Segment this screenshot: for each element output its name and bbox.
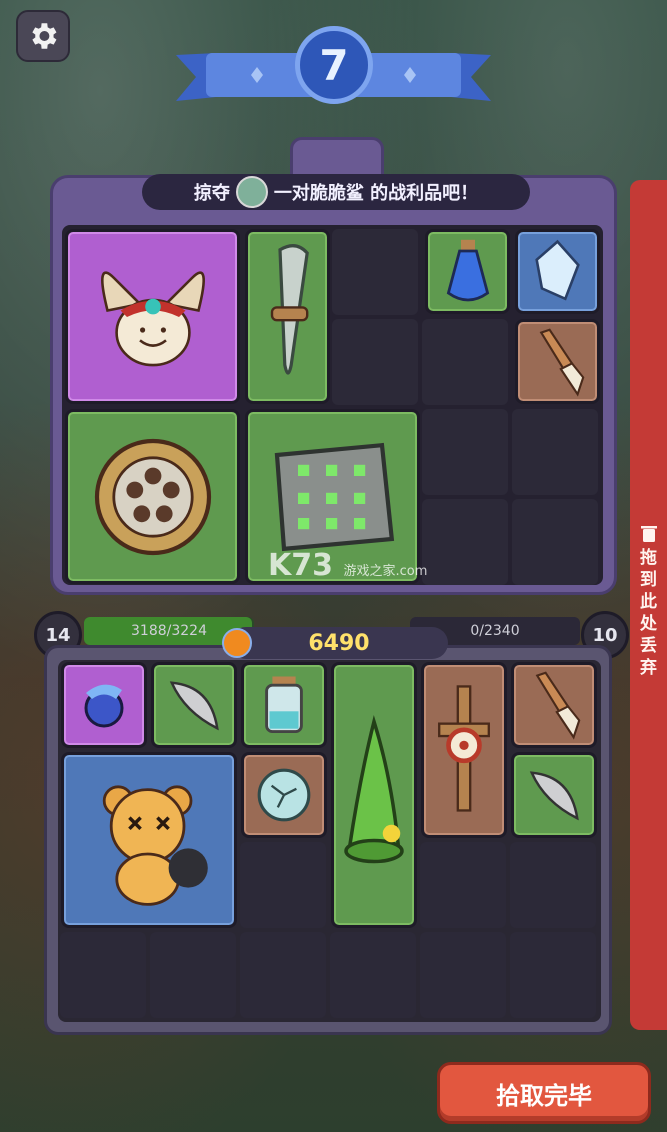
loot-title-suffix: 一对脆脆鲨 的战利品吧！ (273, 183, 479, 204)
discard-zone[interactable]: 拖 到 此 处 丢 弃 (630, 180, 667, 1030)
shield-icon (94, 438, 211, 555)
water-jar-item[interactable] (241, 662, 327, 748)
blue-phoenix-gem-item[interactable] (61, 662, 147, 748)
done-button[interactable]: 拾取完毕 (437, 1062, 651, 1124)
target-dummy-icon (438, 685, 490, 812)
moth-creature-icon (100, 271, 205, 366)
teddy-bear-item[interactable] (61, 752, 237, 928)
moth-creature-item[interactable] (65, 229, 240, 404)
discard-char-3: 此 (640, 592, 657, 612)
teddy-bear-icon (102, 785, 208, 906)
brush-icon (539, 328, 584, 397)
discard-char-2: 到 (640, 570, 657, 590)
brush-icon (535, 671, 581, 740)
watermark: K73 游戏之家.com (268, 548, 427, 583)
feather-icon (529, 770, 579, 820)
rune-stone-icon (274, 442, 394, 551)
player-progress-text: 3188/3224 (131, 623, 207, 639)
discard-char-1: 拖 (640, 548, 657, 568)
green-hat-item[interactable] (331, 662, 417, 928)
watermark-sub: 游戏之家 (343, 564, 396, 579)
jar-icon (265, 676, 303, 733)
loot-title: 掠夺 一对脆脆鲨 的战利品吧！ (142, 174, 530, 210)
bronze-shield-item[interactable] (65, 409, 240, 584)
blue-crystal-item[interactable] (515, 229, 600, 314)
wizard-hat-icon (344, 715, 404, 864)
settings-button[interactable] (16, 10, 70, 62)
blue-potion-item[interactable] (425, 229, 510, 314)
wooden-brush-item[interactable] (515, 319, 600, 404)
feather-quill-item[interactable] (151, 662, 237, 748)
coin-counter: 6490 (230, 627, 448, 659)
enemy-progress-text: 0/2340 (470, 623, 520, 639)
potion-icon (446, 239, 489, 301)
coin-amount: 6490 (308, 630, 370, 656)
training-dummy-item[interactable] (421, 662, 507, 838)
gem-icon (222, 628, 252, 658)
cracked-orb-item[interactable] (241, 752, 327, 838)
discard-char-6: 弃 (640, 658, 657, 678)
level-badge: 7 (295, 26, 373, 104)
discard-char-5: 丢 (640, 636, 657, 656)
watermark-main: K73 (268, 548, 333, 583)
wooden-brush-inv-item[interactable] (511, 662, 597, 748)
enemy-avatar-icon (235, 176, 268, 208)
trash-icon (640, 526, 657, 542)
crystal-icon (535, 239, 580, 301)
cracked-orb-icon (257, 768, 311, 822)
phoenix-gem-icon (84, 684, 124, 728)
loot-title-prefix: 掠夺 (193, 183, 230, 204)
feather-quill-2-item[interactable] (511, 752, 597, 838)
discard-char-4: 处 (640, 614, 657, 634)
feather-icon (169, 680, 219, 730)
dagger-icon (270, 243, 309, 375)
watermark-domain: .com (395, 564, 428, 579)
bone-dagger-item[interactable] (245, 229, 330, 404)
gear-icon (32, 23, 57, 49)
